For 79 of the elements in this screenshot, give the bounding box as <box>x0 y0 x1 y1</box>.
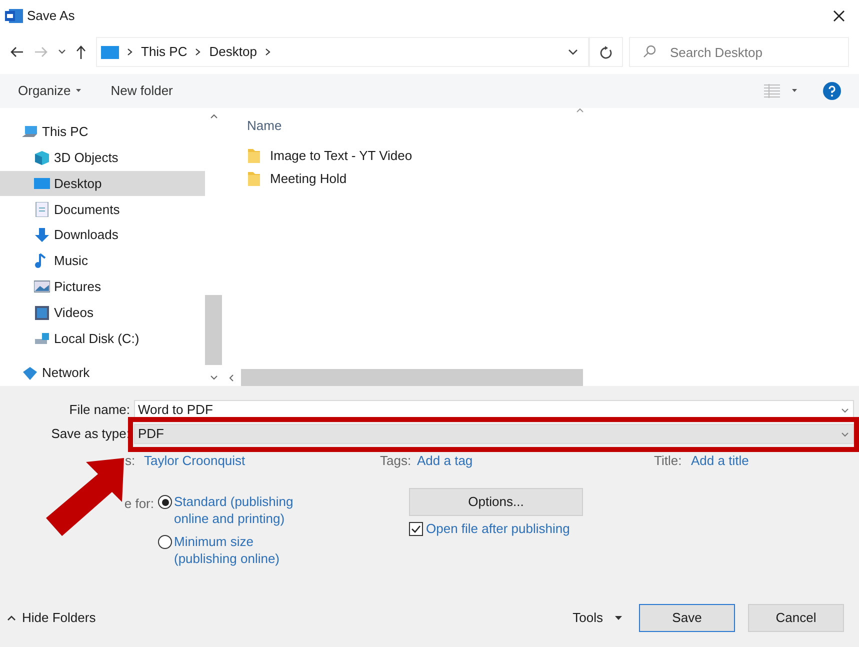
field-label: File name: <box>68 401 131 420</box>
file-item[interactable]: Meeting Hold <box>222 167 859 190</box>
close-icon <box>833 10 845 22</box>
nav-item[interactable]: Music <box>0 248 205 274</box>
caret-icon <box>76 89 81 93</box>
breadcrumb[interactable]: Desktop <box>209 42 257 62</box>
word-icon <box>5 8 23 24</box>
field-label: Save as type: <box>50 425 131 444</box>
search-field[interactable]: Search Desktop <box>629 37 849 67</box>
picture-icon <box>34 279 50 294</box>
monitor-icon <box>101 46 119 58</box>
folder-icon <box>248 148 260 163</box>
field-label: s: <box>125 452 136 470</box>
help-icon <box>823 82 841 100</box>
chevron-right-icon <box>195 48 202 56</box>
nav-item[interactable]: Network <box>0 360 205 386</box>
view-list-icon <box>764 84 780 98</box>
video-icon <box>34 305 50 320</box>
cube-icon <box>34 150 50 166</box>
back-arrow-icon <box>10 46 24 58</box>
address-bar[interactable]: This PC Desktop <box>96 37 589 67</box>
up-arrow-icon <box>76 45 86 59</box>
file-item[interactable]: Image to Text - YT Video <box>222 144 859 167</box>
chevron-down-icon <box>568 48 578 56</box>
organize-menu[interactable]: Organize <box>18 81 81 101</box>
chevron-down-icon <box>841 408 849 412</box>
computer-icon <box>22 124 38 140</box>
help-button[interactable] <box>823 82 841 100</box>
refresh-icon <box>600 46 612 58</box>
chevron-down-icon <box>58 49 66 55</box>
search-icon <box>643 45 656 58</box>
nav-item[interactable]: Videos <box>0 300 205 326</box>
window-title: Save As <box>27 7 75 26</box>
radio-label[interactable]: Minimum size (publishing online) <box>174 533 298 567</box>
folder-icon <box>248 171 260 186</box>
forward-arrow-icon <box>34 46 48 58</box>
nav-item[interactable]: Local Disk (C:) <box>0 326 205 352</box>
chevron-right-icon <box>264 48 271 56</box>
new-folder-button[interactable]: New folder <box>110 81 173 101</box>
nav-item[interactable]: Downloads <box>0 222 205 248</box>
save-button[interactable]: Save <box>639 604 735 632</box>
nav-item[interactable]: 3D Objects <box>0 144 205 171</box>
nav-item[interactable]: Desktop <box>0 170 205 196</box>
field-label: Tags: <box>380 452 412 470</box>
refresh-button[interactable] <box>589 37 623 67</box>
document-icon <box>34 202 50 217</box>
checkbox[interactable] <box>409 522 423 536</box>
nav-item[interactable]: This PC <box>0 119 205 145</box>
download-arrow-icon <box>34 228 50 243</box>
hide-folders-button[interactable]: Hide Folders <box>7 608 96 628</box>
nav-item[interactable]: Pictures <box>0 274 205 300</box>
radio-button[interactable] <box>158 495 172 509</box>
monitor-icon <box>34 176 50 192</box>
chevron-right-icon <box>127 48 133 56</box>
checkbox-label[interactable]: Open file after publishing <box>426 519 570 538</box>
link[interactable]: Add a tag <box>417 451 473 471</box>
field-label: Title: <box>654 452 682 470</box>
checkmark-icon <box>411 524 421 533</box>
radio-label[interactable]: Standard (publishing online and printing) <box>174 493 298 527</box>
chevron-down-icon <box>210 375 218 380</box>
tools-menu[interactable]: Tools <box>572 608 622 628</box>
dropdown[interactable]: PDF <box>134 424 854 444</box>
breadcrumb[interactable]: This PC <box>141 42 188 62</box>
drive-icon <box>34 330 50 346</box>
cancel-button[interactable]: Cancel <box>748 604 844 632</box>
chevron-up-icon <box>7 615 16 621</box>
nav-item[interactable]: Documents <box>0 196 205 222</box>
caret-icon <box>792 89 797 93</box>
chevron-down-icon <box>841 432 849 436</box>
link[interactable]: Taylor Croonquist <box>144 451 246 471</box>
options-button[interactable]: Options... <box>409 488 583 516</box>
column-header[interactable]: Name <box>247 118 282 133</box>
radio-button[interactable] <box>158 535 172 549</box>
chevron-left-icon <box>229 374 234 382</box>
field-label: e for: <box>123 495 155 513</box>
caret-icon <box>615 616 622 620</box>
network-icon <box>22 366 38 381</box>
chevron-up-icon <box>210 114 218 119</box>
link[interactable]: Add a title <box>691 451 749 471</box>
